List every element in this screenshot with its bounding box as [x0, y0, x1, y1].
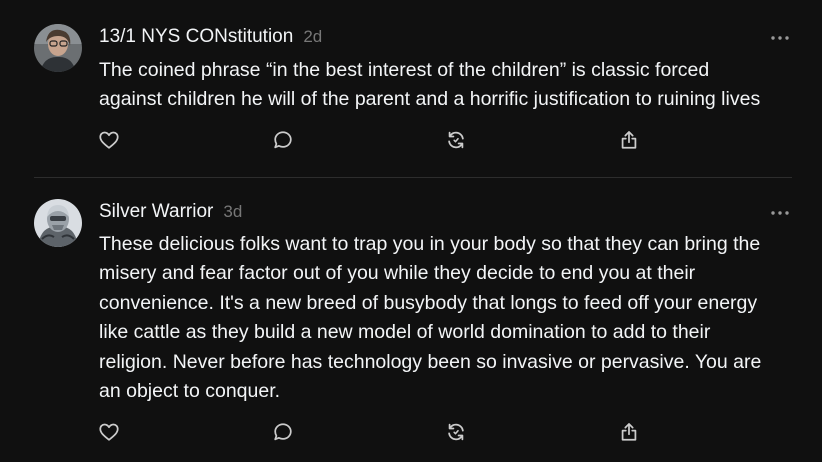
share-button[interactable] [616, 419, 642, 445]
comment-icon [274, 131, 292, 149]
comment-icon [274, 423, 292, 441]
author-name[interactable]: 13/1 NYS CONstitution [99, 26, 293, 48]
post-text-line: misery and fear factor out of you while … [99, 262, 696, 285]
share-icon [621, 423, 637, 441]
post: 13/1 NYS CONstitution 2d The coined phra… [0, 0, 822, 177]
repost-button[interactable] [443, 127, 469, 153]
author-name[interactable]: Silver Warrior [99, 201, 213, 223]
like-button[interactable] [96, 419, 122, 445]
like-button[interactable] [96, 127, 122, 153]
post-text-line: an object to conquer. [99, 380, 281, 403]
more-icon [771, 211, 789, 215]
post-text-line: religion. Never before has technology be… [99, 350, 762, 373]
heart-icon [99, 423, 119, 441]
more-icon [771, 36, 789, 40]
repost-icon [448, 131, 464, 149]
post-time: 2d [303, 27, 323, 46]
post-text-line: The coined phrase “in the best interest … [99, 59, 710, 81]
post-text-line: like cattle as they build a new model of… [99, 321, 711, 344]
repost-icon [448, 423, 464, 441]
heart-icon [99, 131, 119, 149]
repost-button[interactable] [443, 419, 469, 445]
avatar[interactable] [34, 199, 82, 247]
share-icon [621, 131, 637, 149]
post-text: These delicious folks want to trap you i… [99, 230, 809, 406]
post-header: 13/1 NYS CONstitution 2d [99, 26, 322, 50]
more-options-button[interactable] [768, 206, 792, 220]
post: Silver Warrior 3d These delicious folks … [0, 178, 822, 462]
post-text-line: against children he will of the parent a… [99, 88, 761, 111]
post-text-line: These delicious folks want to trap you i… [99, 233, 761, 255]
post-time: 3d [223, 202, 243, 221]
avatar[interactable] [34, 24, 82, 72]
share-button[interactable] [616, 127, 642, 153]
post-text: The coined phrase “in the best interest … [99, 56, 809, 115]
post-text-line: convenience. It's a new breed of busybod… [99, 291, 758, 314]
comment-button[interactable] [270, 127, 296, 153]
comment-button[interactable] [270, 419, 296, 445]
post-header: Silver Warrior 3d [99, 201, 242, 225]
more-options-button[interactable] [768, 31, 792, 45]
